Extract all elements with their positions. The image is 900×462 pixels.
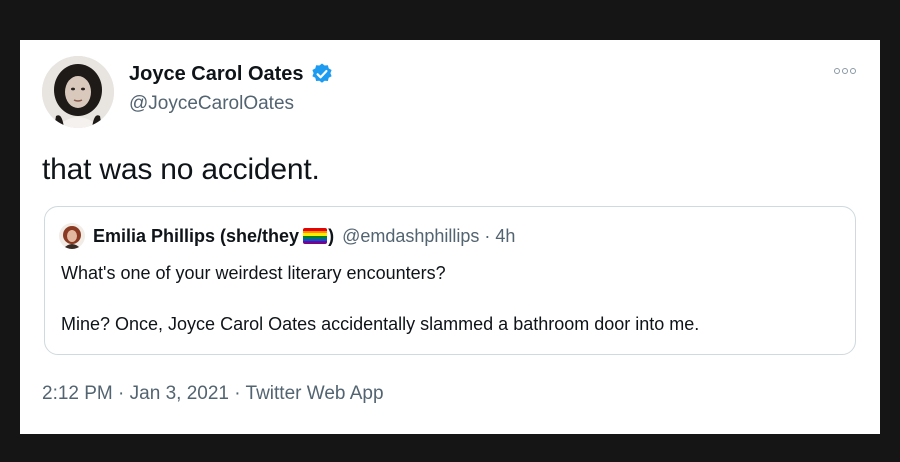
tweet-card: Joyce Carol Oates @JoyceCarolOates that … [20,40,880,434]
image-frame-bottom [0,434,900,462]
image-frame-right [880,40,900,434]
quoted-tweet-header: Emilia Phillips (she/they ) @emdashphill… [59,223,515,249]
author-avatar[interactable] [42,56,114,128]
more-options-icon[interactable] [834,68,856,74]
quoted-author-name: Emilia Phillips (she/they [93,225,300,246]
author-name[interactable]: Joyce Carol Oates [129,63,304,86]
quoted-meta: @emdashphillips · 4h [342,226,515,247]
meta-separator-2: · [228,383,246,404]
image-frame-top [0,0,900,40]
tweet-text: that was no accident. [42,153,320,186]
quoted-author-handle[interactable]: @emdashphillips [342,226,479,246]
quoted-author-name-row[interactable]: Emilia Phillips (she/they ) [93,226,334,247]
tweet-date[interactable]: Jan 3, 2021 [130,383,229,404]
rainbow-flag-icon [303,228,328,244]
image-frame-left [0,40,20,434]
tweet-source[interactable]: Twitter Web App [246,383,384,404]
quoted-tweet[interactable]: Emilia Phillips (she/they ) @emdashphill… [44,206,856,355]
meta-separator-1: · [112,383,130,404]
tweet-meta: 2:12 PM · Jan 3, 2021 · Twitter Web App [42,383,384,405]
quoted-text-line1: What's one of your weirdest literary enc… [61,263,446,283]
quoted-author-name-close: ) [328,225,335,246]
author-name-row: Joyce Carol Oates [129,62,334,86]
quoted-author-avatar[interactable] [59,223,85,249]
author-handle[interactable]: @JoyceCarolOates [129,93,294,115]
quoted-text-line2: Mine? Once, Joyce Carol Oates accidental… [61,314,700,334]
quoted-separator: · [479,225,496,246]
verified-badge-icon [310,62,334,86]
quoted-age[interactable]: 4h [495,226,515,246]
tweet-time[interactable]: 2:12 PM [42,383,113,404]
